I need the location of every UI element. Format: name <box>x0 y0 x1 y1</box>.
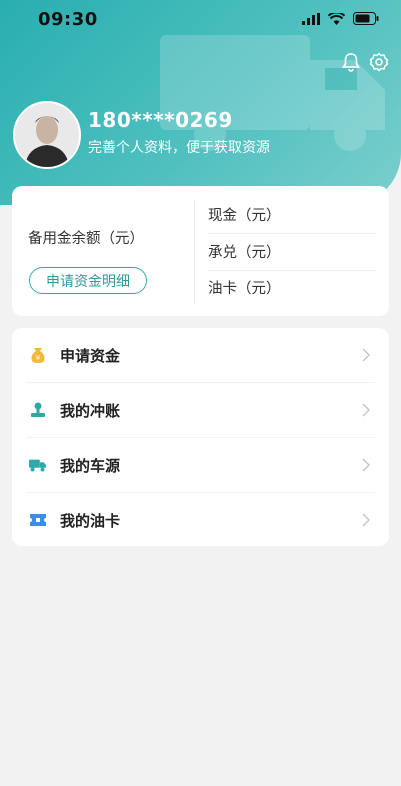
svg-text:¥: ¥ <box>36 354 41 362</box>
profile-header: 09:30 180****0269 完善个人资料，便于获取资源 <box>0 0 401 205</box>
profile-hint[interactable]: 完善个人资料，便于获取资源 <box>88 137 270 157</box>
menu-item-apply-funds[interactable]: ¥ 申请资金 <box>12 328 389 382</box>
apply-detail-button[interactable]: 申请资金明细 <box>29 267 147 294</box>
phone-number: 180****0269 <box>88 108 233 132</box>
reserve-balance-label: 备用金余额（元） <box>28 231 144 247</box>
bell-icon[interactable] <box>341 52 361 72</box>
stamp-icon <box>29 401 47 419</box>
menu-item-label: 我的车源 <box>60 456 121 475</box>
menu-item-label: 申请资金 <box>60 346 121 365</box>
status-time: 09:30 <box>38 9 98 30</box>
truck-icon <box>29 456 47 474</box>
menu-item-my-vehicles[interactable]: 我的车源 <box>12 438 389 492</box>
menu-item-my-oil-card[interactable]: 我的油卡 <box>12 493 389 547</box>
oil-card-balance-label: 油卡（元） <box>208 281 281 297</box>
menu-card: ¥ 申请资金 我的冲账 我的车源 我的油卡 <box>12 328 389 546</box>
menu-item-my-offsets[interactable]: 我的冲账 <box>12 383 389 437</box>
chevron-right-icon <box>362 458 370 472</box>
acceptance-balance-label: 承兑（元） <box>208 245 281 261</box>
divider <box>208 233 376 234</box>
status-bar: 09:30 <box>0 0 401 40</box>
menu-item-label: 我的冲账 <box>60 401 121 420</box>
avatar[interactable] <box>13 101 81 169</box>
ticket-icon <box>29 511 47 529</box>
chevron-right-icon <box>362 513 370 527</box>
chevron-right-icon <box>362 348 370 362</box>
wifi-icon <box>328 12 345 25</box>
menu-item-label: 我的油卡 <box>60 511 121 530</box>
gear-icon[interactable] <box>369 52 389 72</box>
money-bag-icon: ¥ <box>29 346 47 364</box>
divider <box>194 200 195 304</box>
balance-card: 备用金余额（元） 申请资金明细 现金（元） 承兑（元） 油卡（元） <box>12 186 389 316</box>
battery-icon <box>353 12 379 25</box>
divider <box>208 270 376 271</box>
cash-balance-label: 现金（元） <box>208 208 281 224</box>
chevron-right-icon <box>362 403 370 417</box>
signal-icon <box>302 12 320 25</box>
